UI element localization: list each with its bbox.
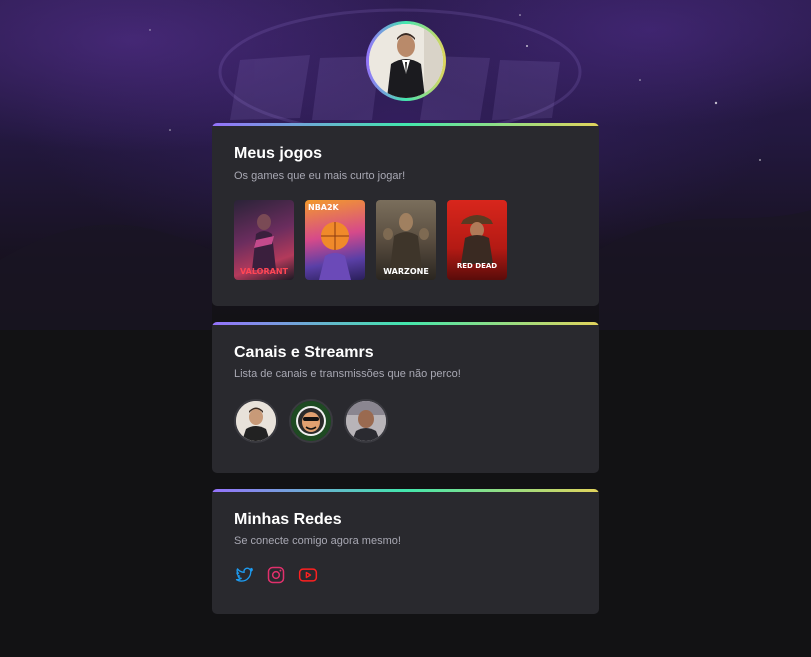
streamers-list: [234, 399, 388, 443]
socials-list: [234, 565, 318, 585]
streamers-card-subtitle: Lista de canais e transmissões que não p…: [234, 368, 461, 380]
youtube-icon[interactable]: [298, 565, 318, 585]
streamers-card-title: Canais e Streamrs: [234, 344, 374, 361]
streamer-avatar[interactable]: [289, 399, 333, 443]
game-nba2k[interactable]: NBA2K: [305, 200, 365, 280]
streamer-avatar[interactable]: [344, 399, 388, 443]
avatar-ring: [366, 21, 446, 101]
socials-card-subtitle: Se conecte comigo agora mesmo!: [234, 535, 401, 547]
socials-card: Minhas Redes Se conecte comigo agora mes…: [212, 489, 599, 614]
game-valorant[interactable]: VALORANT: [234, 200, 294, 280]
game-red-dead[interactable]: RED DEAD: [447, 200, 507, 280]
games-card-title: Meus jogos: [234, 145, 323, 162]
socials-card-title: Minhas Redes: [234, 511, 342, 528]
games-card: Meus jogos Os games que eu mais curto jo…: [212, 123, 599, 306]
game-nba2k-label: NBA2K: [308, 203, 339, 212]
games-card-subtitle: Os games que eu mais curto jogar!: [234, 170, 406, 182]
instagram-icon[interactable]: [266, 565, 286, 585]
game-warzone-label: WARZONE: [383, 267, 429, 276]
twitter-icon[interactable]: [234, 565, 254, 585]
streamers-card: Canais e Streamrs Lista de canais e tran…: [212, 322, 599, 473]
avatar: [369, 24, 443, 98]
game-valorant-label: VALORANT: [240, 267, 288, 276]
game-red-dead-label: RED DEAD: [456, 262, 498, 270]
streamer-avatar[interactable]: [234, 399, 278, 443]
games-list: VALORANT NBA2K WARZONE RED DEAD: [234, 200, 507, 280]
game-warzone[interactable]: WARZONE: [376, 200, 436, 280]
